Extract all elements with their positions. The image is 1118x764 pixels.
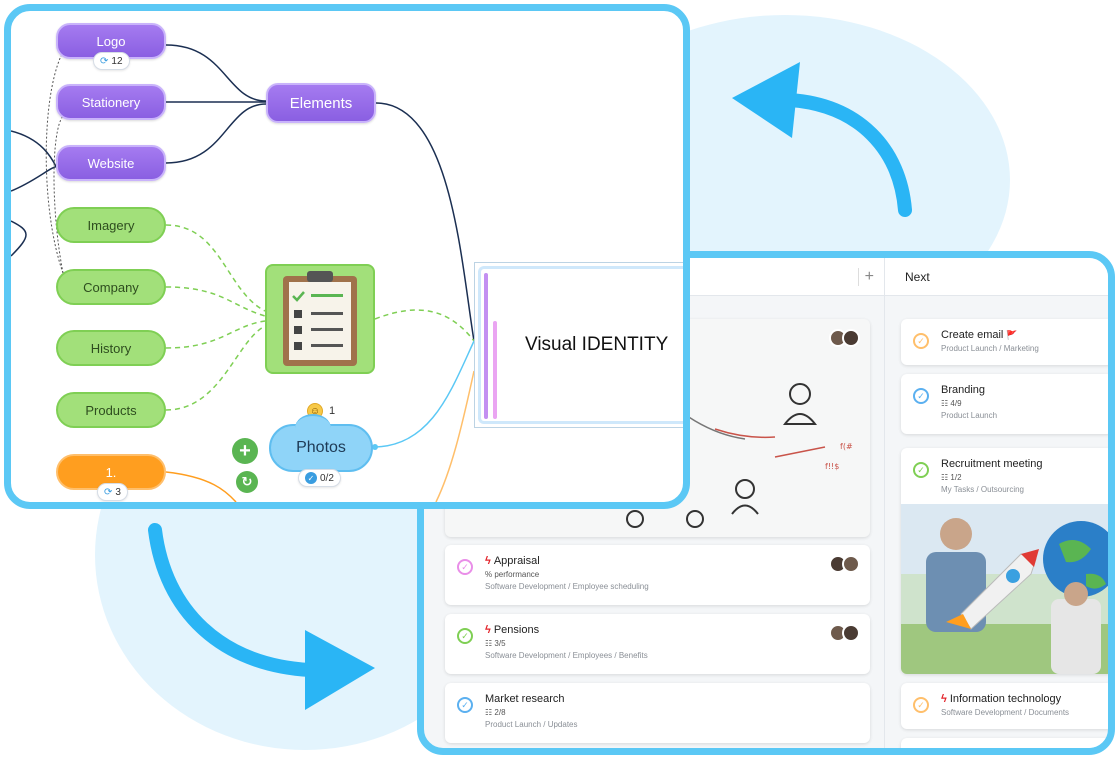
task-card-partial[interactable] [901, 738, 1108, 748]
task-subtitle: ☷ 1/2 [941, 473, 962, 482]
svg-text:f!!$: f!!$ [825, 462, 839, 471]
orange-count-badge: ⟳ 3 [97, 483, 128, 501]
sync-icon: ⟳ [100, 55, 109, 67]
lightning-bolt-icon: ϟ [485, 555, 491, 567]
central-node-title: Visual IDENTITY [525, 334, 669, 355]
checkmark-icon[interactable]: ✓ [913, 388, 929, 404]
task-subtitle: ☷ 2/8 [485, 708, 506, 717]
task-card-partial[interactable] [445, 752, 870, 755]
task-card-pensions[interactable]: ✓ ϟ Pensions ☷ 3/5 Software Development /… [445, 614, 870, 674]
mindmap-node-elements[interactable]: Elements [266, 83, 376, 123]
mindmap-node-imagery[interactable]: Imagery [56, 207, 166, 243]
task-title: Branding [941, 384, 986, 396]
task-path: Software Development / Employee scheduli… [485, 582, 649, 591]
checkmark-icon[interactable]: ✓ [913, 462, 929, 478]
sync-icon: ⟳ [104, 486, 113, 498]
task-title: ϟ Appraisal [485, 555, 540, 567]
lightning-bolt-icon: ϟ [485, 624, 491, 636]
task-path: Software Development / Documents [941, 708, 1070, 717]
flag-icon: 🚩 [1006, 330, 1018, 340]
clipboard-checklist-icon [283, 271, 357, 366]
task-title: ϟ Information technology [941, 693, 1062, 705]
next-column-header[interactable]: Next [885, 258, 1108, 296]
task-path: My Tasks / Outsourcing [941, 485, 1024, 494]
checkmark-icon[interactable]: ✓ [913, 697, 929, 713]
mindmap-node-stationery[interactable]: Stationery [56, 84, 166, 120]
next-column-label: Next [905, 269, 930, 284]
svg-text:f(#: f(# [840, 442, 853, 451]
checkmark-icon[interactable]: ✓ [457, 697, 473, 713]
sync-node-button[interactable]: ↻ [236, 471, 258, 493]
stage: + Next f(# f!!$ ✓ ϟ Appraisal % performa… [0, 0, 1118, 764]
task-subtitle: ☷ 4/9 [941, 399, 962, 408]
visual-identity-node[interactable]: Visual IDENTITY [474, 262, 683, 428]
checkmark-icon[interactable]: ✓ [457, 559, 473, 575]
task-card-create-email[interactable]: ✓ Create email 🚩 Product Launch / Market… [901, 319, 1108, 365]
mindmap-node-website[interactable]: Website [56, 145, 166, 181]
task-path: Product Launch [941, 411, 998, 420]
task-subtitle: % performance [485, 570, 540, 579]
mindmap-node-products[interactable]: Products [56, 392, 166, 428]
add-node-button[interactable]: + [232, 438, 258, 464]
sync-icon: ↻ [241, 474, 253, 489]
task-path: Software Development / Employees / Benef… [485, 651, 648, 660]
task-path: Product Launch / Marketing [941, 344, 1039, 353]
task-title: Create email 🚩 [941, 329, 1018, 341]
mindmap-window: Logo ⟳ 12 Stationery Website Elements Ima… [4, 4, 690, 509]
checkmark-icon[interactable]: ✓ [457, 628, 473, 644]
lightning-bolt-icon: ϟ [941, 693, 947, 705]
task-subtitle: ☷ 3/5 [485, 639, 506, 648]
task-card-recruitment-meeting[interactable]: ✓ Recruitment meeting ☷ 1/2 My Tasks / O… [901, 448, 1108, 674]
task-title: Market research [485, 693, 565, 705]
task-card-branding[interactable]: ✓ Branding ☷ 4/9 Product Launch [901, 374, 1108, 434]
photos-progress-badge: ✓ 0/2 [298, 469, 341, 487]
plus-icon: + [239, 439, 251, 462]
clipboard-node[interactable] [265, 264, 375, 374]
logo-count-badge: ⟳ 12 [93, 52, 130, 70]
task-card-market-research[interactable]: ✓ Market research ☷ 2/8 Product Launch /… [445, 683, 870, 743]
checkmark-icon[interactable]: ✓ [913, 333, 929, 349]
assignee-avatars [829, 329, 860, 347]
mindmap-node-history[interactable]: History [56, 330, 166, 366]
assignee-avatars [829, 555, 860, 573]
task-title: Recruitment meeting [941, 458, 1043, 470]
team-photo-image [901, 504, 1108, 674]
assignee-avatars [829, 624, 860, 642]
add-column-button[interactable]: + [857, 267, 874, 286]
task-card-information-technology[interactable]: ✓ ϟ Information technology Software Devel… [901, 683, 1108, 729]
checkmark-icon: ✓ [305, 472, 317, 484]
node-accent-bar [484, 273, 488, 419]
task-card-appraisal[interactable]: ✓ ϟ Appraisal % performance Software Deve… [445, 545, 870, 605]
mindmap-node-company[interactable]: Company [56, 269, 166, 305]
task-path: Product Launch / Updates [485, 720, 578, 729]
task-title: ϟ Pensions [485, 624, 540, 636]
mindmap-node-photos[interactable]: Photos [269, 414, 373, 472]
column-divider [884, 258, 885, 748]
node-accent-bar [493, 321, 497, 419]
